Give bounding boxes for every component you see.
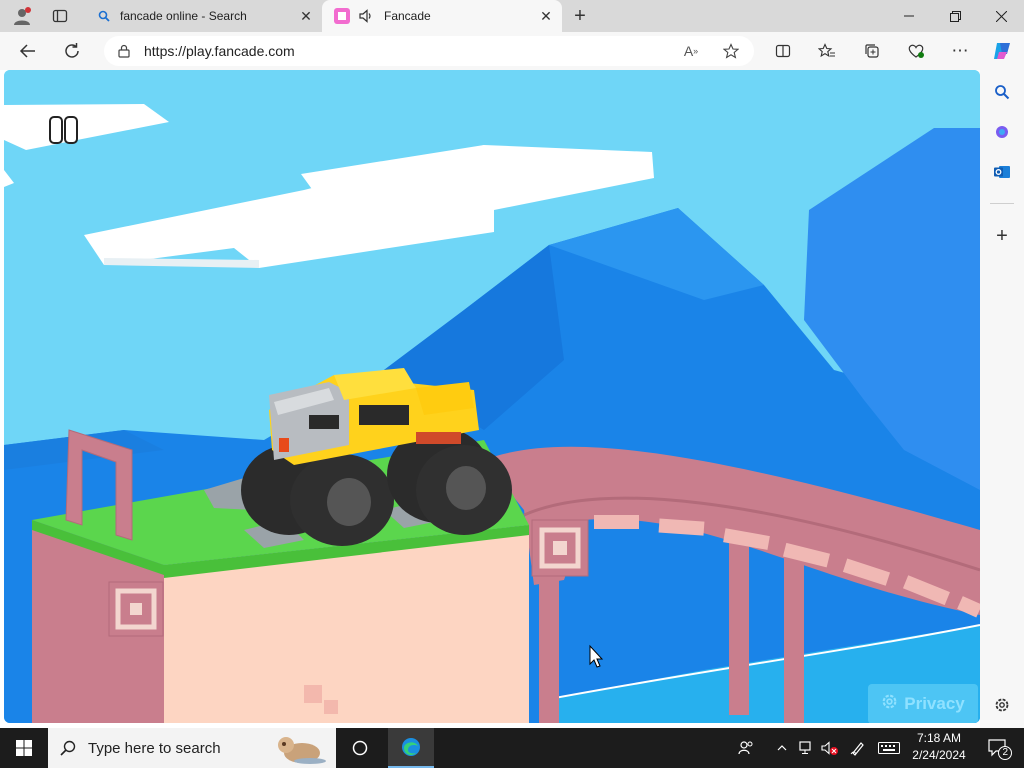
minimize-button[interactable] bbox=[886, 0, 932, 32]
close-tab-icon[interactable]: ✕ bbox=[538, 8, 554, 24]
add-sidebar-app-icon[interactable]: + bbox=[986, 220, 1018, 252]
game-canvas[interactable]: Privacy bbox=[4, 70, 980, 723]
tab-search[interactable]: fancade online - Search ✕ bbox=[84, 0, 322, 32]
edge-taskbar-icon[interactable] bbox=[388, 728, 434, 768]
tab-actions-icon[interactable] bbox=[42, 0, 78, 32]
restore-button[interactable] bbox=[932, 0, 978, 32]
more-options-icon[interactable]: ⋯ bbox=[944, 35, 976, 67]
search-highlight-image bbox=[272, 731, 328, 765]
taskbar-search-box[interactable]: Type here to search bbox=[48, 728, 336, 768]
fancade-favicon-icon bbox=[334, 8, 350, 24]
volume-muted-icon[interactable] bbox=[818, 728, 842, 768]
audio-playing-icon[interactable] bbox=[358, 8, 374, 24]
windows-taskbar: Type here to search 7:18 AM 2/24/2024 2 bbox=[0, 728, 1024, 768]
sidebar-settings-gear-icon[interactable] bbox=[986, 689, 1018, 721]
sidebar-copilot-icon[interactable] bbox=[986, 116, 1018, 148]
close-tab-icon[interactable]: ✕ bbox=[298, 8, 314, 24]
profile-icon[interactable] bbox=[4, 0, 40, 32]
refresh-icon[interactable] bbox=[56, 35, 88, 67]
tab-bar: fancade online - Search ✕ Fancade ✕ + bbox=[0, 0, 1024, 32]
tab-title: Fancade bbox=[384, 9, 431, 23]
edge-sidebar: + bbox=[980, 70, 1024, 730]
privacy-button[interactable]: Privacy bbox=[868, 684, 978, 723]
sidebar-divider bbox=[990, 203, 1014, 204]
notification-count-badge: 2 bbox=[998, 746, 1012, 760]
copilot-icon[interactable] bbox=[986, 35, 1018, 67]
system-clock[interactable]: 7:18 AM 2/24/2024 bbox=[906, 730, 972, 764]
collections-icon[interactable] bbox=[856, 35, 888, 67]
back-arrow-icon[interactable] bbox=[12, 35, 44, 67]
network-icon[interactable] bbox=[796, 728, 818, 768]
browser-essentials-icon[interactable] bbox=[900, 35, 932, 67]
close-window-button[interactable] bbox=[978, 0, 1024, 32]
search-icon bbox=[48, 740, 88, 756]
windows-start-icon[interactable] bbox=[0, 728, 48, 768]
clock-time: 7:18 AM bbox=[916, 731, 962, 745]
show-hidden-icons-chevron-icon[interactable] bbox=[772, 728, 792, 768]
read-aloud-icon[interactable]: A» bbox=[676, 36, 706, 66]
people-icon[interactable] bbox=[732, 728, 760, 768]
search-placeholder: Type here to search bbox=[88, 739, 221, 757]
outlook-icon[interactable] bbox=[986, 156, 1018, 188]
favorite-star-icon[interactable] bbox=[716, 36, 746, 66]
gear-icon bbox=[881, 693, 898, 715]
tab-fancade[interactable]: Fancade ✕ bbox=[322, 0, 562, 32]
address-bar[interactable]: https://play.fancade.com A» bbox=[104, 36, 754, 66]
sidebar-search-icon[interactable] bbox=[986, 76, 1018, 108]
address-url: https://play.fancade.com bbox=[144, 43, 295, 59]
new-tab-button[interactable]: + bbox=[566, 2, 594, 30]
clock-date: 2/24/2024 bbox=[912, 748, 966, 762]
search-icon bbox=[96, 8, 112, 24]
tab-title: fancade online - Search bbox=[120, 9, 247, 23]
lock-icon[interactable] bbox=[104, 36, 144, 66]
browser-toolbar: https://play.fancade.com A» ⋯ bbox=[0, 32, 1024, 70]
split-screen-icon[interactable] bbox=[767, 35, 799, 67]
favorites-icon[interactable] bbox=[811, 35, 843, 67]
touch-keyboard-icon[interactable] bbox=[874, 728, 904, 768]
pen-workspace-icon[interactable] bbox=[846, 728, 870, 768]
game-scene[interactable] bbox=[4, 70, 980, 723]
notifications-icon[interactable]: 2 bbox=[978, 728, 1018, 768]
task-view-icon[interactable] bbox=[342, 728, 378, 768]
privacy-label: Privacy bbox=[904, 694, 965, 713]
